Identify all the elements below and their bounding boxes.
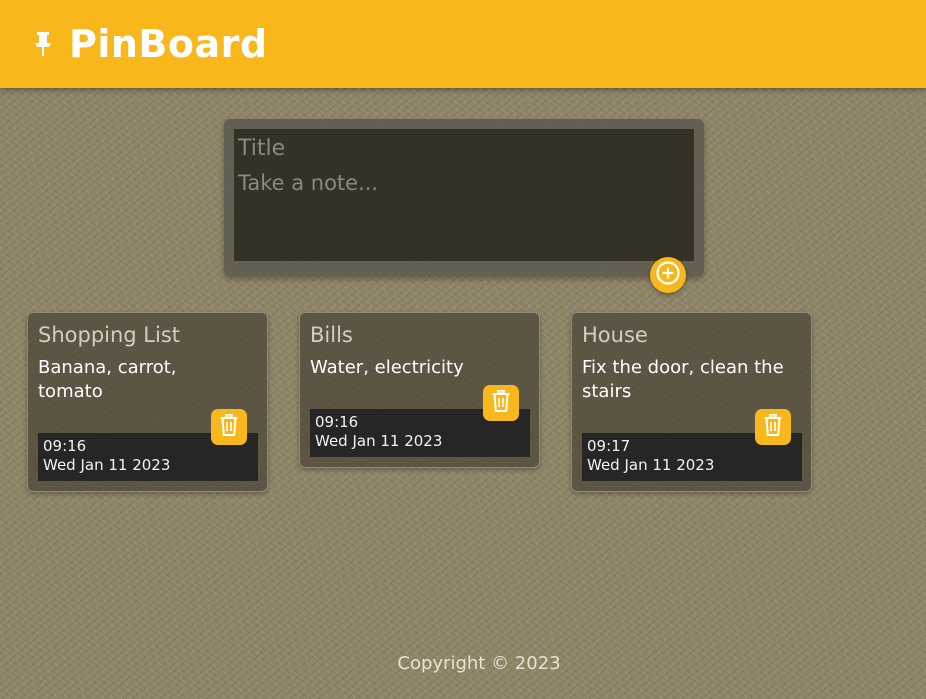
note-composer bbox=[224, 119, 704, 276]
note-body-input[interactable] bbox=[238, 171, 688, 255]
note-card: Bills Water, electricity 09:16 Wed Jan 1… bbox=[299, 312, 540, 468]
note-title: Shopping List bbox=[38, 323, 181, 347]
note-card: House Fix the door, clean the stairs 09:… bbox=[571, 312, 812, 492]
note-date: Wed Jan 11 2023 bbox=[587, 456, 715, 474]
note-body: Water, electricity bbox=[310, 357, 464, 378]
note-body: Fix the door, clean the stairs bbox=[582, 357, 784, 402]
app-title: PinBoard bbox=[69, 22, 268, 66]
delete-note-button[interactable] bbox=[483, 385, 519, 421]
trash-icon bbox=[492, 390, 510, 416]
note-date: Wed Jan 11 2023 bbox=[43, 456, 171, 474]
plus-circle-icon bbox=[655, 260, 681, 290]
note-title: Bills bbox=[310, 323, 353, 347]
copyright-text: Copyright © 2023 bbox=[397, 653, 561, 674]
trash-icon bbox=[764, 414, 782, 440]
delete-note-button[interactable] bbox=[211, 409, 247, 445]
add-note-button[interactable] bbox=[650, 257, 686, 293]
page-footer: Copyright © 2023 bbox=[0, 653, 926, 674]
note-title-input[interactable] bbox=[238, 133, 688, 163]
composer-fields bbox=[234, 129, 694, 261]
note-date: Wed Jan 11 2023 bbox=[315, 432, 443, 450]
note-title: House bbox=[582, 323, 648, 347]
pushpin-icon bbox=[33, 30, 53, 58]
app-header: PinBoard bbox=[0, 0, 926, 88]
note-card: Shopping List Banana, carrot, tomato 09:… bbox=[27, 312, 268, 492]
trash-icon bbox=[220, 414, 238, 440]
note-body: Banana, carrot, tomato bbox=[38, 357, 177, 402]
delete-note-button[interactable] bbox=[755, 409, 791, 445]
